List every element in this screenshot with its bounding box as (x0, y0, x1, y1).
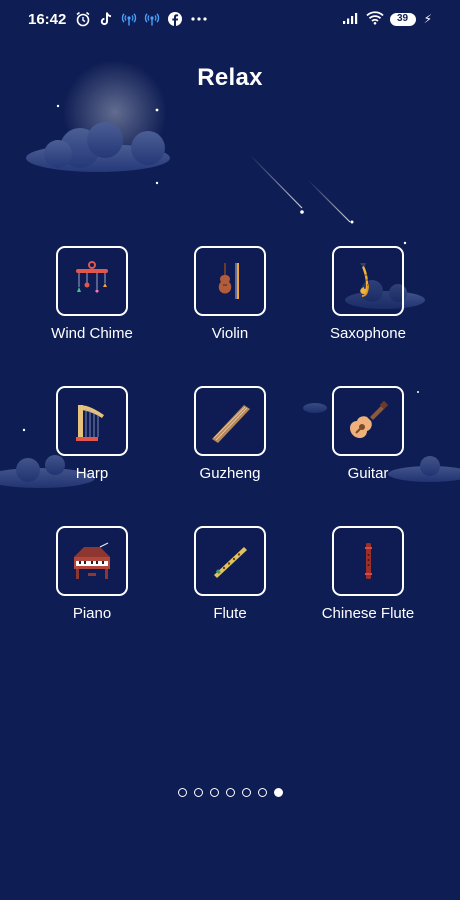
instrument-chinese-flute[interactable]: Chinese Flute (298, 526, 438, 636)
instrument-guzheng[interactable]: Guzheng (160, 386, 300, 496)
instrument-harp[interactable]: Harp (22, 386, 162, 496)
alarm-icon (75, 11, 91, 27)
instrument-label: Wind Chime (51, 325, 133, 342)
signal-icon (342, 11, 358, 27)
guitar-icon (350, 400, 389, 438)
page-dot[interactable] (241, 788, 251, 797)
battery-icon: 39 (389, 12, 416, 26)
radio-icon (144, 11, 160, 27)
chinese-flute-icon (365, 543, 372, 579)
guzheng-icon (212, 405, 250, 443)
page-dot[interactable] (209, 788, 219, 797)
page-dot[interactable] (193, 788, 203, 797)
instrument-label: Chinese Flute (321, 605, 415, 622)
harp-icon (76, 405, 104, 441)
wifi-icon (365, 11, 384, 27)
instrument-violin[interactable]: Violin (160, 246, 300, 356)
instrument-wind-chime[interactable]: Wind Chime (22, 246, 162, 356)
facebook-icon (167, 11, 183, 27)
tiktok-icon (98, 11, 114, 27)
instrument-guitar[interactable]: Guitar (298, 386, 438, 496)
instrument-tile[interactable] (194, 386, 266, 456)
instrument-tile[interactable] (56, 526, 128, 596)
status-time: 16:42 (28, 10, 67, 28)
violin-icon (218, 263, 239, 299)
radio-icon (121, 11, 137, 27)
instrument-label: Guzheng (199, 465, 261, 482)
instrument-tile[interactable] (56, 246, 128, 316)
instrument-flute[interactable]: Flute (160, 526, 300, 636)
page-indicator[interactable] (0, 788, 460, 797)
instrument-label: Harp (75, 465, 109, 482)
piano-icon (74, 542, 110, 579)
status-bar-left: 16:42 (28, 10, 207, 28)
status-bar-right: 39 ⚡ (342, 11, 432, 27)
instrument-tile[interactable] (194, 246, 266, 316)
more-icon (190, 11, 207, 27)
instrument-tile[interactable] (332, 386, 404, 456)
wind-chime-icon (76, 261, 108, 293)
page-dot[interactable] (273, 788, 283, 797)
flute-icon (214, 547, 247, 578)
cloud-shape (26, 122, 170, 172)
instrument-piano[interactable]: Piano (22, 526, 162, 636)
instrument-label: Violin (211, 325, 249, 342)
page-dot[interactable] (257, 788, 267, 797)
status-bar: 16:42 39 ⚡ (0, 0, 460, 38)
instrument-label: Flute (213, 605, 247, 622)
instrument-tile[interactable] (56, 386, 128, 456)
page-dot[interactable] (225, 788, 235, 797)
instrument-saxophone[interactable]: Saxophone (298, 246, 438, 356)
saxophone-icon (360, 263, 369, 297)
instrument-tile[interactable] (194, 526, 266, 596)
page-dot[interactable] (177, 788, 187, 797)
instrument-label: Guitar (347, 465, 389, 482)
instrument-label: Piano (72, 605, 112, 622)
battery-level: 39 (397, 13, 409, 24)
charging-icon: ⚡ (423, 12, 432, 26)
instrument-tile[interactable] (332, 526, 404, 596)
instrument-label: Saxophone (330, 325, 406, 342)
instrument-tile[interactable] (332, 246, 404, 316)
page-title: Relax (197, 64, 263, 91)
